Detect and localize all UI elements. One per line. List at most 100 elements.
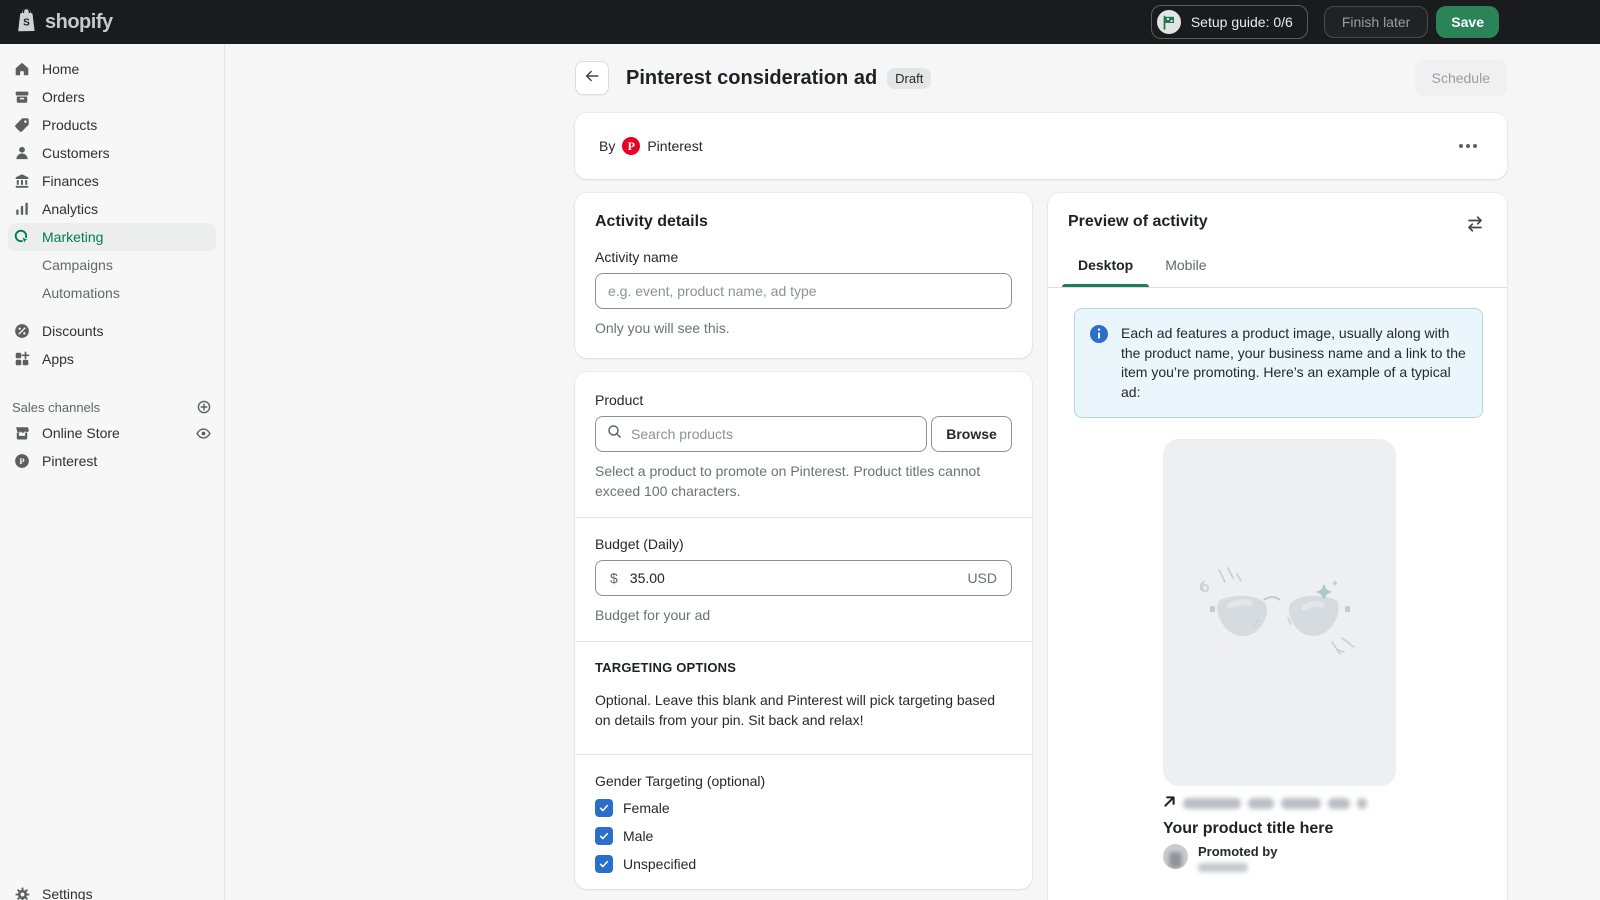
finish-later-button[interactable]: Finish later: [1324, 6, 1428, 38]
sidebar-item-customers[interactable]: Customers: [8, 139, 216, 167]
info-icon: [1089, 324, 1109, 402]
redacted-link-text: [1183, 798, 1241, 809]
save-button[interactable]: Save: [1436, 6, 1499, 38]
sales-channels-heading: Sales channels: [12, 400, 100, 415]
browse-button[interactable]: Browse: [931, 416, 1012, 452]
byline-card: By P Pinterest: [575, 113, 1507, 179]
sidebar-item-settings[interactable]: Settings: [8, 880, 216, 900]
targeting-heading: TARGETING OPTIONS: [595, 660, 1012, 675]
checkbox-female[interactable]: Female: [595, 799, 1012, 817]
back-button[interactable]: [575, 61, 609, 95]
product-label: Product: [595, 392, 1012, 408]
sidebar-item-finances[interactable]: Finances: [8, 167, 216, 195]
sunglasses-illustration: [1192, 558, 1368, 668]
product-search-box[interactable]: [595, 416, 927, 452]
shopify-logo: S shopify: [14, 6, 113, 39]
gender-targeting-section: Gender Targeting (optional) Female Male: [575, 754, 1032, 889]
dot-icon: [1473, 144, 1477, 148]
tab-desktop[interactable]: Desktop: [1062, 245, 1149, 287]
checked-checkbox-icon[interactable]: [595, 799, 613, 817]
tag-icon: [12, 115, 32, 135]
budget-label: Budget (Daily): [595, 536, 1012, 552]
ad-settings-card: Product Browse Select a product to promo…: [575, 372, 1032, 889]
sidebar-item-analytics[interactable]: Analytics: [8, 195, 216, 223]
tab-mobile[interactable]: Mobile: [1149, 245, 1222, 287]
bar-chart-icon: [12, 199, 32, 219]
external-arrow-icon: [1163, 795, 1176, 813]
main-content: Pinterest consideration ad Draft Schedul…: [225, 44, 1600, 900]
sidebar-item-marketing[interactable]: Marketing: [8, 223, 216, 251]
budget-input[interactable]: [630, 570, 720, 586]
sidebar-item-home[interactable]: Home: [8, 55, 216, 83]
activity-name-label: Activity name: [595, 249, 1012, 265]
promoted-by-label: Promoted by: [1198, 844, 1277, 859]
checked-checkbox-icon[interactable]: [595, 827, 613, 845]
info-banner: Each ad features a product image, usuall…: [1074, 308, 1483, 418]
gender-targeting-label: Gender Targeting (optional): [595, 773, 1012, 789]
targeting-description: Optional. Leave this blank and Pinterest…: [595, 691, 1012, 730]
activity-details-card: Activity details Activity name Only you …: [575, 193, 1032, 358]
sidebar: Home Orders Products Customers Finances: [0, 44, 225, 900]
checked-checkbox-icon[interactable]: [595, 855, 613, 873]
setup-guide-button[interactable]: Setup guide: 0/6: [1151, 5, 1308, 39]
product-search-input[interactable]: [631, 426, 916, 442]
bank-icon: [12, 171, 32, 191]
discount-icon: [12, 321, 32, 341]
sidebar-item-discounts[interactable]: Discounts: [8, 317, 216, 345]
pinterest-logo-icon: P: [622, 137, 640, 155]
budget-help: Budget for your ad: [595, 605, 1012, 625]
sidebar-item-apps[interactable]: Apps: [8, 345, 216, 373]
sidebar-item-automations[interactable]: Automations: [8, 279, 216, 307]
swap-preview-icon[interactable]: [1463, 213, 1487, 235]
checkbox-unspecified[interactable]: Unspecified: [595, 855, 1012, 873]
search-icon: [606, 423, 623, 445]
page-title: Pinterest consideration ad: [626, 67, 877, 90]
activity-details-heading: Activity details: [595, 213, 1012, 231]
ad-link-row[interactable]: [1163, 795, 1423, 812]
activity-name-input[interactable]: [595, 273, 1012, 309]
ad-product-title: Your product title here: [1163, 820, 1423, 838]
flag-icon: [1157, 10, 1181, 34]
page-header: Pinterest consideration ad Draft Schedul…: [575, 60, 1507, 96]
redacted-link-text: [1357, 798, 1367, 809]
sidebar-item-products[interactable]: Products: [8, 111, 216, 139]
shopify-wordmark: shopify: [45, 11, 113, 34]
advertiser-avatar: [1163, 844, 1188, 869]
redacted-link-text: [1328, 798, 1350, 809]
svg-text:S: S: [23, 17, 30, 28]
add-channel-icon[interactable]: [196, 399, 212, 415]
view-online-store-eye-icon[interactable]: [195, 425, 212, 442]
budget-section: Budget (Daily) $ USD Budget for your ad: [575, 517, 1032, 641]
product-help: Select a product to promote on Pinterest…: [595, 461, 1012, 501]
currency-prefix: $: [610, 570, 618, 586]
person-icon: [12, 143, 32, 163]
orders-icon: [12, 87, 32, 107]
storefront-icon: [12, 423, 32, 443]
byline-brand: Pinterest: [647, 138, 702, 154]
sidebar-item-online-store[interactable]: Online Store: [8, 419, 216, 447]
sidebar-item-orders[interactable]: Orders: [8, 83, 216, 111]
redacted-advertiser-name: [1198, 863, 1248, 872]
more-actions-button[interactable]: [1453, 138, 1483, 154]
product-section: Product Browse Select a product to promo…: [575, 372, 1032, 517]
budget-input-box[interactable]: $ USD: [595, 560, 1012, 596]
sidebar-item-pinterest[interactable]: P Pinterest: [8, 447, 216, 475]
preview-card: Preview of activity Desktop Mobile Ea: [1048, 193, 1507, 900]
shopify-bag-icon: S: [14, 6, 39, 39]
pinterest-channel-icon: P: [12, 451, 32, 471]
marketing-icon: [12, 227, 32, 247]
preview-heading: Preview of activity: [1068, 213, 1208, 231]
svg-text:P: P: [19, 456, 24, 466]
schedule-button[interactable]: Schedule: [1415, 60, 1507, 96]
sidebar-item-campaigns[interactable]: Campaigns: [8, 251, 216, 279]
info-text: Each ad features a product image, usuall…: [1121, 324, 1468, 402]
activity-name-help: Only you will see this.: [595, 318, 1012, 338]
checkbox-male[interactable]: Male: [595, 827, 1012, 845]
targeting-options-section: TARGETING OPTIONS Optional. Leave this b…: [575, 641, 1032, 754]
setup-guide-label: Setup guide: 0/6: [1191, 14, 1293, 30]
example-ad-image: [1163, 439, 1396, 786]
gear-icon: [12, 884, 32, 900]
home-icon: [12, 59, 32, 79]
currency-code: USD: [967, 570, 997, 586]
dot-icon: [1466, 144, 1470, 148]
